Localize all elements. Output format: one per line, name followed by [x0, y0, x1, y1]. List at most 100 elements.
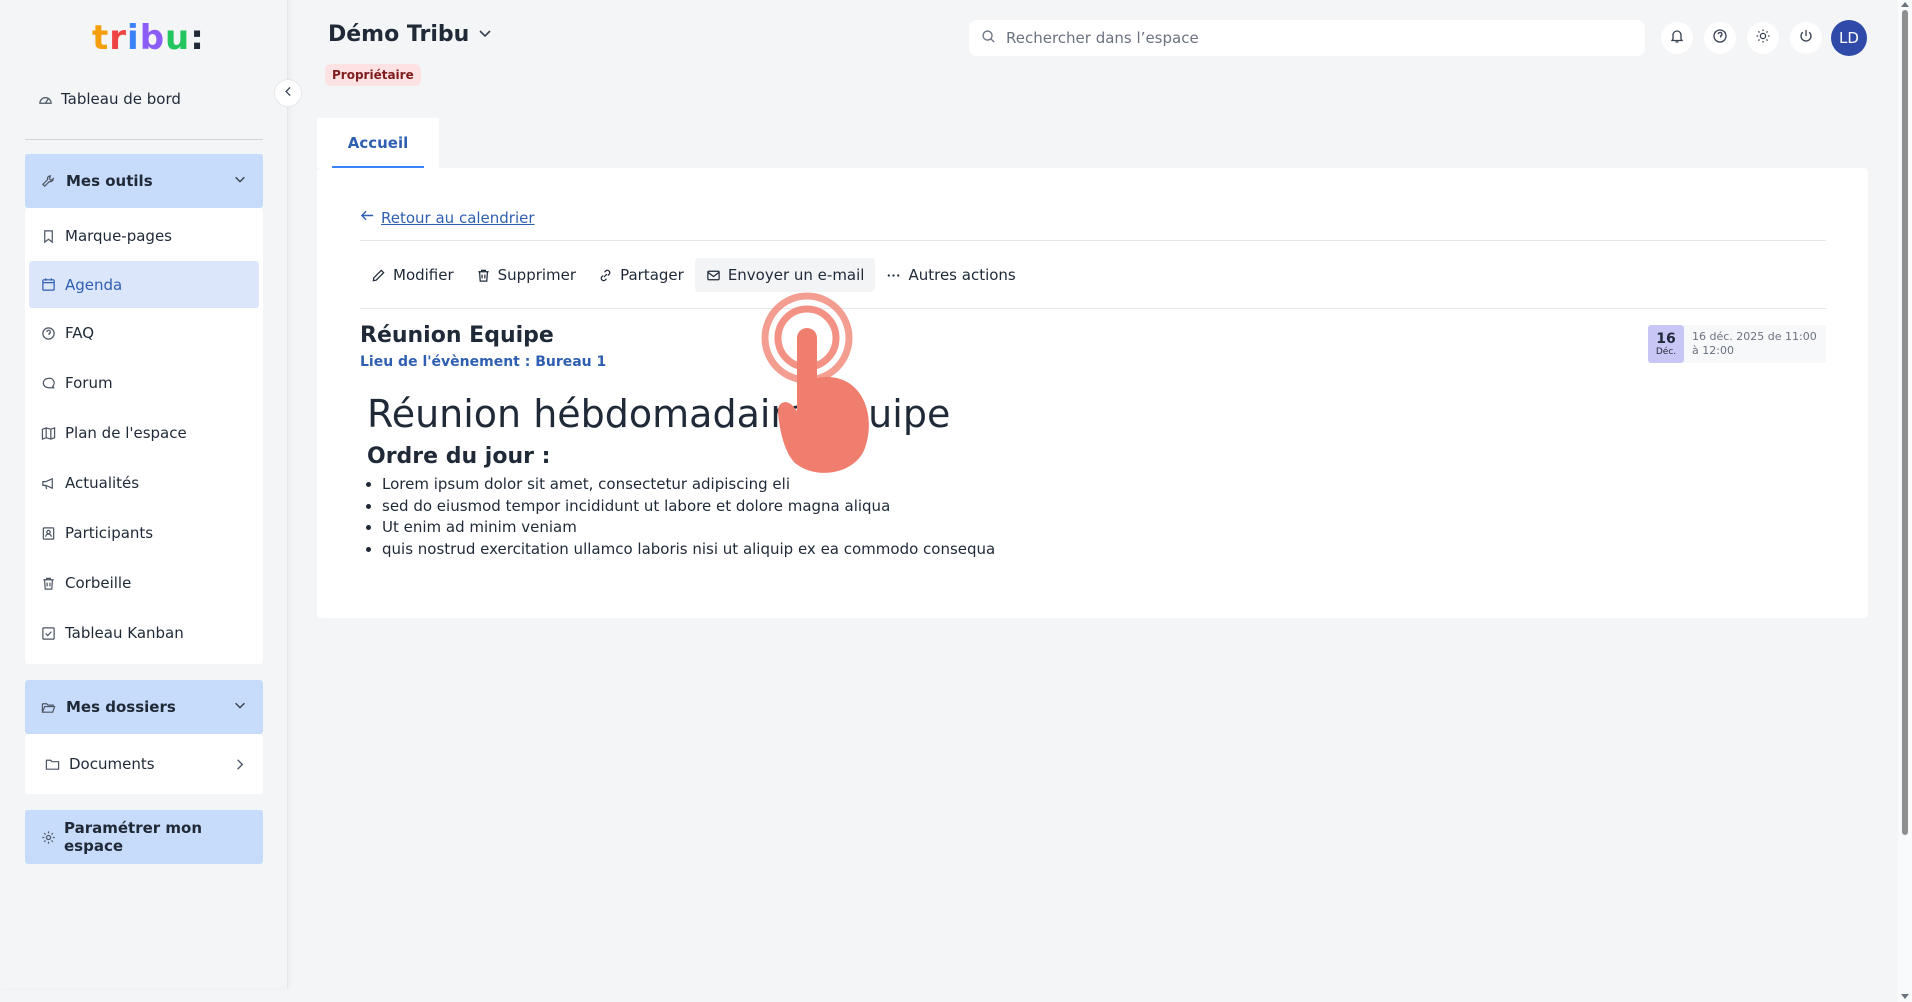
- space-settings-label: Paramétrer mon espace: [64, 819, 203, 855]
- logo-letter: r: [109, 18, 126, 58]
- logo-letter: u: [165, 18, 189, 58]
- bell-icon: [1669, 28, 1685, 48]
- page-scrollbar[interactable]: [1898, 0, 1912, 1002]
- calendar-icon: [41, 277, 56, 292]
- sidebar-item-label: FAQ: [65, 324, 95, 342]
- pencil-icon: [371, 268, 386, 283]
- sun-icon: [1755, 28, 1771, 48]
- sidebar-item-label: Marque-pages: [65, 227, 172, 245]
- checkbox-icon: [41, 626, 56, 641]
- mail-icon: [706, 268, 721, 283]
- list-item: sed do eiusmod tempor incididunt ut labo…: [382, 496, 995, 518]
- megaphone-icon: [41, 476, 56, 491]
- trash-icon: [476, 268, 491, 283]
- sidebar-item-agenda[interactable]: Agenda: [29, 261, 259, 308]
- sidebar-item-participants[interactable]: Participants: [25, 508, 263, 558]
- chevron-down-icon: [233, 698, 247, 716]
- contacts-icon: [41, 526, 56, 541]
- sidebar-item-label: Participants: [65, 524, 154, 542]
- scroll-down-arrow[interactable]: [1901, 994, 1909, 999]
- wrench-icon: [41, 174, 56, 189]
- dashboard-link[interactable]: Tableau de bord: [38, 90, 181, 108]
- chevron-down-icon: [233, 172, 247, 190]
- notifications-button[interactable]: [1661, 22, 1693, 54]
- space-title: Démo Tribu: [328, 22, 470, 47]
- dashboard-label: Tableau de bord: [61, 90, 181, 108]
- event-date: 16 Déc. 16 déc. 2025 de 11:00 à 12:00: [1648, 325, 1826, 363]
- date-month: Déc.: [1655, 346, 1677, 357]
- chevron-down-icon: [477, 22, 493, 47]
- sidebar-item-faq[interactable]: FAQ: [25, 308, 263, 358]
- folders-group-header[interactable]: Mes dossiers: [25, 680, 263, 734]
- agenda-title: Ordre du jour :: [367, 444, 551, 469]
- bookmark-icon: [41, 229, 56, 244]
- role-badge: Propriétaire: [325, 64, 421, 86]
- power-icon: [1798, 28, 1814, 48]
- share-button[interactable]: Partager: [587, 258, 695, 292]
- event-title: Réunion Equipe: [360, 323, 554, 348]
- delete-button[interactable]: Supprimer: [465, 258, 587, 292]
- folders-group-list: Documents: [25, 734, 263, 794]
- sidebar-item-forum[interactable]: Forum: [25, 358, 263, 408]
- logout-button[interactable]: [1790, 22, 1822, 54]
- sidebar-item-bookmarks[interactable]: Marque-pages: [25, 211, 263, 261]
- sidebar-item-documents[interactable]: Documents: [25, 734, 263, 794]
- divider: [360, 240, 1826, 241]
- back-to-calendar-link[interactable]: Retour au calendrier: [360, 208, 535, 227]
- share-label: Partager: [620, 266, 684, 284]
- sidebar: t r i b u : Tableau de bord Mes outils M…: [0, 0, 288, 988]
- logo-letter: :: [190, 18, 204, 58]
- folder-icon: [45, 757, 60, 772]
- collapse-sidebar-button[interactable]: [274, 79, 302, 107]
- search-input[interactable]: [1006, 29, 1606, 47]
- sidebar-item-label: Corbeille: [65, 574, 132, 592]
- more-icon: [886, 268, 901, 283]
- sidebar-item-label: Tableau Kanban: [65, 624, 184, 642]
- sidebar-item-space-map[interactable]: Plan de l'espace: [25, 408, 263, 458]
- folders-group-label: Mes dossiers: [66, 698, 176, 716]
- search-bar[interactable]: [969, 20, 1645, 56]
- tab-accueil[interactable]: Accueil: [317, 118, 439, 168]
- sidebar-item-kanban[interactable]: Tableau Kanban: [25, 608, 263, 658]
- question-icon: [41, 326, 56, 341]
- list-item: quis nostrud exercitation ullamco labori…: [382, 539, 995, 561]
- tools-group-header[interactable]: Mes outils: [25, 154, 263, 208]
- scroll-up-arrow[interactable]: [1901, 2, 1909, 7]
- sidebar-item-trash[interactable]: Corbeille: [25, 558, 263, 608]
- help-icon: [1712, 28, 1728, 48]
- space-selector[interactable]: Démo Tribu: [328, 22, 493, 47]
- link-icon: [598, 268, 613, 283]
- arrow-left-icon: [360, 208, 375, 227]
- scrollbar-thumb[interactable]: [1902, 10, 1908, 835]
- back-link-label: Retour au calendrier: [381, 208, 535, 227]
- tab-label: Accueil: [347, 134, 409, 152]
- date-day: 16: [1656, 330, 1676, 347]
- sidebar-item-label: Forum: [65, 374, 113, 392]
- date-chip: 16 Déc.: [1648, 325, 1684, 363]
- edit-label: Modifier: [393, 266, 454, 284]
- theme-toggle-button[interactable]: [1747, 22, 1779, 54]
- sidebar-item-label: Plan de l'espace: [65, 424, 187, 442]
- space-settings-button[interactable]: Paramétrer mon espace: [25, 810, 263, 864]
- list-item: Lorem ipsum dolor sit amet, consectetur …: [382, 474, 995, 496]
- trash-icon: [41, 576, 56, 591]
- date-range: 16 déc. 2025 de 11:00 à 12:00: [1692, 330, 1817, 357]
- chevron-left-icon: [282, 85, 295, 102]
- logo-letter: i: [127, 18, 139, 58]
- event-location: Lieu de l'évènement : Bureau 1: [360, 354, 607, 370]
- more-actions-button[interactable]: Autres actions: [875, 258, 1026, 292]
- tools-group-list: Marque-pages Agenda FAQ Forum Plan de l'…: [25, 208, 263, 664]
- gear-icon: [41, 830, 56, 845]
- list-item: Ut enim ad minim veniam: [382, 517, 995, 539]
- delete-label: Supprimer: [497, 266, 577, 284]
- tribu-logo[interactable]: t r i b u :: [92, 18, 204, 58]
- edit-button[interactable]: Modifier: [360, 258, 465, 292]
- tools-group-label: Mes outils: [66, 172, 153, 190]
- pointer-hand-icon: [761, 292, 869, 473]
- agenda-list: Lorem ipsum dolor sit amet, consectetur …: [382, 474, 995, 560]
- help-button[interactable]: [1704, 22, 1736, 54]
- sidebar-item-news[interactable]: Actualités: [25, 458, 263, 508]
- logo-letter: t: [92, 18, 108, 58]
- sidebar-divider: [25, 139, 263, 140]
- user-avatar[interactable]: LD: [1831, 20, 1867, 56]
